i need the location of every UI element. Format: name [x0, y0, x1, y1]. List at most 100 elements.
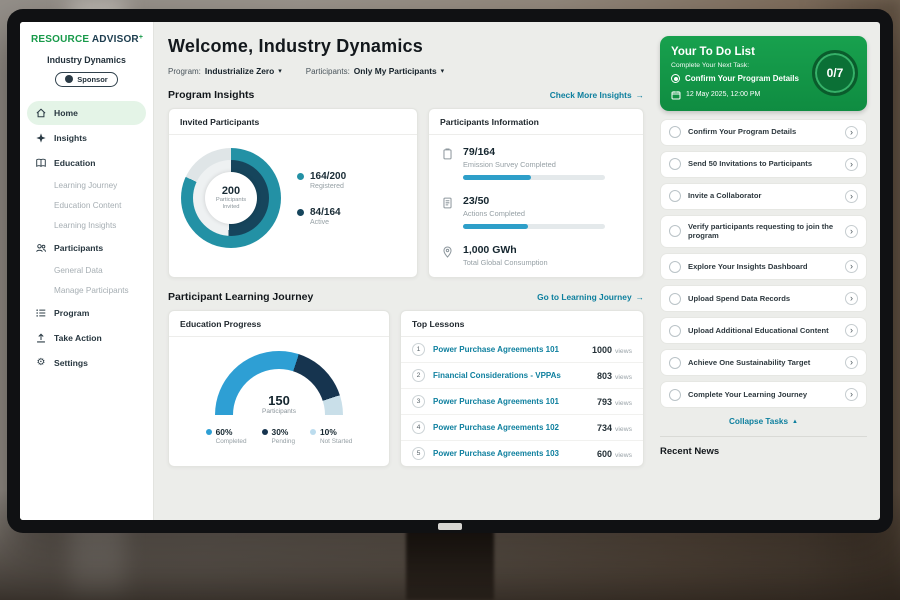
chevron-right-icon[interactable]: › — [845, 190, 858, 203]
photo-background: RESOURCE ADVISOR+ Industry Dynamics Spon… — [0, 0, 900, 600]
sidebar-item-program[interactable]: Program — [27, 301, 146, 325]
task-item[interactable]: Upload Spend Data Records › — [660, 285, 867, 312]
legend-pct: 60% — [216, 427, 247, 437]
task-label: Confirm Your Program Details — [688, 127, 838, 137]
views-count: 734 — [597, 423, 612, 433]
sidebar-item-general-data[interactable]: General Data — [27, 261, 146, 280]
chevron-right-icon[interactable]: › — [845, 388, 858, 401]
card-title: Top Lessons — [401, 311, 643, 337]
legend-label: Completed — [216, 438, 247, 445]
chevron-right-icon[interactable]: › — [845, 292, 858, 305]
chevron-right-icon[interactable]: › — [845, 158, 858, 171]
task-checkbox[interactable] — [669, 293, 681, 305]
task-checkbox[interactable] — [669, 389, 681, 401]
program-filter-dropdown[interactable]: Program: Industrialize Zero ▾ — [168, 66, 282, 76]
task-item[interactable]: Explore Your Insights Dashboard › — [660, 253, 867, 280]
sidebar-item-manage-participants[interactable]: Manage Participants — [27, 281, 146, 300]
sidebar-item-home[interactable]: Home — [27, 101, 146, 125]
education-legend: 60% Completed 30% Pending — [169, 417, 389, 457]
task-item[interactable]: Complete Your Learning Journey › — [660, 381, 867, 408]
sidebar-item-education-content[interactable]: Education Content — [27, 196, 146, 215]
lesson-rank-badge: 3 — [412, 395, 425, 408]
todo-next-task-label: Confirm Your Program Details — [685, 74, 799, 84]
top-lessons-card: Top Lessons 1 Power Purchase Agreements … — [400, 310, 644, 467]
progress-bar-fill — [463, 175, 531, 180]
views-count: 803 — [597, 371, 612, 381]
collapse-tasks-button[interactable]: Collapse Tasks ▲ — [660, 417, 867, 426]
task-label: Upload Spend Data Records — [688, 294, 838, 304]
legend-pct: 30% — [272, 427, 295, 437]
task-checkbox[interactable] — [669, 190, 681, 202]
card-title: Invited Participants — [169, 109, 417, 135]
sidebar-nav: Home Insights Education — [27, 101, 146, 375]
lesson-link[interactable]: Power Purchase Agreements 101 — [433, 397, 589, 406]
task-label: Upload Additional Educational Content — [688, 326, 838, 336]
monitor-bezel: RESOURCE ADVISOR+ Industry Dynamics Spon… — [7, 9, 893, 533]
views-suffix: views — [615, 400, 632, 407]
task-item[interactable]: Confirm Your Program Details › — [660, 119, 867, 146]
todo-datetime-label: 12 May 2025, 12:00 PM — [686, 91, 760, 98]
chevron-up-icon: ▲ — [792, 419, 798, 425]
info-label: Total Global Consumption — [463, 258, 548, 267]
task-checkbox[interactable] — [669, 261, 681, 273]
sidebar-item-participants[interactable]: Participants — [27, 236, 146, 260]
task-checkbox[interactable] — [669, 126, 681, 138]
book-icon — [35, 157, 47, 169]
sidebar-item-label: General Data — [54, 266, 103, 275]
recent-news-header[interactable]: Recent News — [660, 436, 867, 457]
task-item[interactable]: Send 50 Invitations to Participants › — [660, 151, 867, 178]
sidebar-item-education[interactable]: Education — [27, 151, 146, 175]
sidebar-item-take-action[interactable]: Take Action — [27, 326, 146, 350]
lesson-row: 3 Power Purchase Agreements 101 793views — [401, 389, 643, 415]
sidebar-item-learning-insights[interactable]: Learning Insights — [27, 216, 146, 235]
legend-dot-navy — [297, 209, 304, 216]
chevron-right-icon[interactable]: › — [845, 324, 858, 337]
program-filter-value: Industrialize Zero — [205, 66, 274, 76]
lesson-link[interactable]: Power Purchase Agreements 102 — [433, 423, 589, 432]
sidebar-item-label: Home — [54, 108, 78, 118]
lesson-rank-badge: 1 — [412, 343, 425, 356]
chevron-right-icon[interactable]: › — [845, 260, 858, 273]
task-checkbox[interactable] — [669, 158, 681, 170]
chevron-down-icon: ▾ — [278, 67, 282, 75]
task-counter-badge: 0/7 — [812, 50, 858, 96]
section-title-program-insights: Program Insights — [168, 89, 254, 101]
lesson-link[interactable]: Power Purchase Agreements 101 — [433, 345, 584, 354]
participants-filter-value: Only My Participants — [354, 66, 437, 76]
task-item[interactable]: Achieve One Sustainability Target › — [660, 349, 867, 376]
lesson-link[interactable]: Financial Considerations - VPPAs — [433, 371, 589, 380]
sidebar-item-settings[interactable]: ⚙ Settings — [27, 351, 146, 375]
arrow-right-icon: → — [636, 90, 644, 100]
sidebar-item-label: Learning Journey — [54, 181, 117, 190]
insights-cards-row: Invited Participants 200 Participants In… — [168, 108, 644, 278]
task-checkbox[interactable] — [669, 225, 681, 237]
task-checkbox[interactable] — [669, 325, 681, 337]
task-item[interactable]: Upload Additional Educational Content › — [660, 317, 867, 344]
collapse-tasks-label: Collapse Tasks — [729, 417, 788, 426]
sponsor-badge-wrap: Sponsor — [27, 70, 146, 88]
chevron-right-icon[interactable]: › — [845, 356, 858, 369]
go-to-learning-journey-link[interactable]: Go to Learning Journey → — [537, 292, 644, 302]
sidebar-item-learning-journey[interactable]: Learning Journey — [27, 176, 146, 195]
sidebar-item-insights[interactable]: Insights — [27, 126, 146, 150]
task-item[interactable]: Verify participants requesting to join t… — [660, 215, 867, 249]
task-label: Explore Your Insights Dashboard — [688, 262, 838, 272]
participants-filter-dropdown[interactable]: Participants: Only My Participants ▾ — [306, 66, 444, 76]
task-label: Verify participants requesting to join t… — [688, 222, 838, 242]
legend-item-not-started: 10% Not Started — [310, 427, 352, 445]
learning-cards-row: Education Progress 150 Participants — [168, 310, 644, 467]
task-item[interactable]: Invite a Collaborator › — [660, 183, 867, 210]
invited-donut-chart: 200 Participants Invited — [181, 148, 281, 248]
chevron-right-icon[interactable]: › — [845, 225, 858, 238]
lesson-link[interactable]: Power Purchase Agreements 103 — [433, 449, 589, 458]
list-icon — [35, 307, 47, 319]
check-more-insights-link[interactable]: Check More Insights → — [550, 90, 644, 100]
gauge-wrap: 150 Participants — [169, 337, 389, 417]
card-title: Education Progress — [169, 311, 389, 337]
participants-filter-label: Participants: — [306, 67, 350, 76]
legend-label: Registered — [310, 183, 346, 190]
donut-center-value: 200 — [222, 185, 240, 197]
gauge-center-label: Participants — [215, 408, 343, 415]
task-checkbox[interactable] — [669, 357, 681, 369]
chevron-right-icon[interactable]: › — [845, 126, 858, 139]
